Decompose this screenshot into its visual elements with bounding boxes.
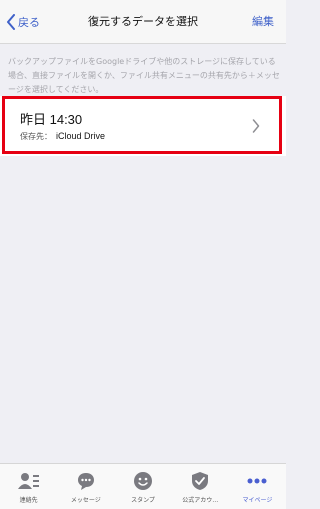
page-title: 復元するデータを選択	[88, 15, 198, 28]
tab-messages[interactable]: メッセージ	[57, 464, 114, 509]
navigation-bar: 戻る 復元するデータを選択 編集	[0, 0, 286, 44]
destination-value: iCloud Drive	[56, 131, 106, 141]
tab-bar: 連絡先 メッセージ スタンプ 公式アカウ… マイページ	[0, 463, 286, 509]
tab-label: 公式アカウ…	[182, 497, 219, 504]
tab-label: 連絡先	[19, 497, 38, 504]
chevron-left-icon	[6, 14, 16, 30]
contacts-icon	[17, 471, 40, 491]
tab-label: スタンプ	[131, 497, 155, 504]
back-button[interactable]: 戻る	[6, 0, 40, 44]
tab-label: マイページ	[242, 497, 273, 504]
tab-my-page[interactable]: マイページ	[229, 464, 286, 509]
edit-button[interactable]: 編集	[252, 0, 274, 44]
tab-stickers[interactable]: スタンプ	[114, 464, 171, 509]
backup-time: 昨日 14:30	[20, 112, 83, 127]
more-icon	[247, 471, 267, 491]
back-label: 戻る	[18, 16, 40, 29]
description-text: バックアップファイルをGoogleドライブや他のストレージに保存している場合、直…	[8, 57, 280, 94]
tab-contacts[interactable]: 連絡先	[0, 464, 57, 509]
chevron-right-icon	[252, 118, 260, 137]
message-icon	[76, 471, 96, 491]
backup-destination: 保存先： iCloud Drive	[20, 131, 105, 142]
backup-item[interactable]: 昨日 14:30 保存先： iCloud Drive	[0, 96, 286, 156]
sticker-icon	[133, 471, 153, 491]
official-account-icon	[191, 471, 209, 491]
destination-label: 保存先：	[20, 132, 52, 141]
tab-label: メッセージ	[70, 497, 101, 504]
tab-official-accounts[interactable]: 公式アカウ…	[172, 464, 229, 509]
